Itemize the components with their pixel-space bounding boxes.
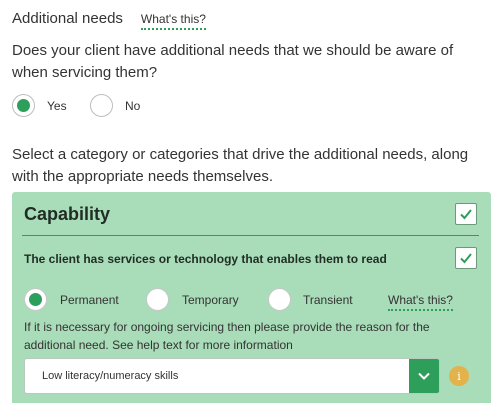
need-label: The client has services or technology th… bbox=[24, 252, 387, 266]
radio-permanent-label: Permanent bbox=[60, 292, 119, 307]
radio-yes[interactable] bbox=[12, 94, 35, 117]
duration-option-transient[interactable]: Transient bbox=[268, 288, 353, 311]
radio-permanent[interactable] bbox=[24, 288, 47, 311]
reason-select-value: Low literacy/numeracy skills bbox=[42, 370, 179, 382]
chevron-down-icon bbox=[418, 372, 430, 380]
additional-needs-header: Additional needs What's this? bbox=[12, 10, 206, 30]
radio-transient[interactable] bbox=[268, 288, 291, 311]
radio-selected-dot bbox=[29, 293, 42, 306]
reason-select[interactable]: Low literacy/numeracy skills bbox=[24, 358, 440, 394]
dropdown-toggle[interactable] bbox=[409, 359, 439, 393]
category-instructions: Select a category or categories that dri… bbox=[12, 146, 469, 185]
duration-option-permanent[interactable]: Permanent bbox=[24, 288, 119, 311]
radio-temporary-label: Temporary bbox=[182, 292, 239, 307]
panel-divider bbox=[22, 235, 479, 236]
whats-this-link[interactable]: What's this? bbox=[140, 12, 206, 30]
duration-option-temporary[interactable]: Temporary bbox=[146, 288, 239, 311]
check-icon bbox=[460, 209, 472, 220]
check-icon bbox=[460, 253, 472, 264]
capability-checkbox[interactable] bbox=[455, 203, 477, 225]
radio-no-label: No bbox=[125, 98, 141, 113]
panel-title: Capability bbox=[24, 204, 111, 224]
section-heading: Additional needs bbox=[12, 10, 123, 27]
radio-transient-label: Transient bbox=[303, 292, 353, 307]
radio-no[interactable] bbox=[90, 94, 113, 117]
radio-yes-label: Yes bbox=[47, 98, 67, 113]
radio-selected-dot bbox=[17, 99, 30, 112]
additional-needs-question: Does your client have additional needs t… bbox=[12, 42, 454, 81]
radio-option-yes[interactable]: Yes bbox=[12, 94, 67, 117]
radio-temporary[interactable] bbox=[146, 288, 169, 311]
whats-this-link[interactable]: What's this? bbox=[388, 293, 453, 311]
need-checkbox[interactable] bbox=[455, 247, 477, 269]
capability-panel: Capability The client has services or te… bbox=[12, 192, 491, 403]
info-icon[interactable]: i bbox=[449, 366, 469, 386]
radio-option-no[interactable]: No bbox=[90, 94, 140, 117]
reason-help-text: If it is necessary for ongoing servicing… bbox=[24, 320, 430, 352]
